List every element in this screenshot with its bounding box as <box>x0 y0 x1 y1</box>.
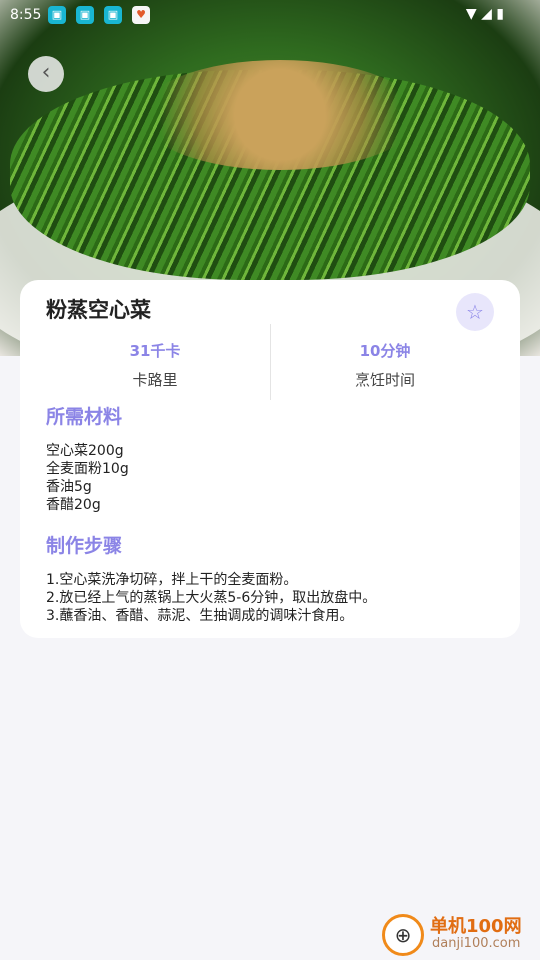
status-bar: 8:55 ▣ ▣ ▣ ♥ ▼ ◢ ▮ <box>0 0 540 30</box>
watermark-logo-icon: ⊕ <box>382 914 424 956</box>
notification-app-icon: ▣ <box>76 6 94 24</box>
notification-app-icon: ▣ <box>48 6 66 24</box>
watermark-title: 单机100网 <box>430 916 522 937</box>
steps-heading: 制作步骤 <box>46 535 123 557</box>
notification-app-icon: ▣ <box>104 6 122 24</box>
site-watermark: ⊕ 单机100网 danji100.com <box>378 910 538 960</box>
favorite-button[interactable]: ☆ <box>456 293 494 331</box>
back-button[interactable]: ‹ <box>28 56 64 92</box>
ingredient-item: 香醋20g <box>46 497 101 513</box>
status-time: 8:55 <box>10 7 42 23</box>
ingredient-item: 空心菜200g <box>46 443 124 459</box>
ingredient-item: 香油5g <box>46 479 92 495</box>
ingredients-heading: 所需材料 <box>46 406 123 428</box>
cook-time-value: 10分钟 <box>359 342 411 360</box>
wifi-signal-battery-icon: ▼ ◢ ▮ <box>465 6 504 22</box>
notification-heart-app-icon: ♥ <box>132 6 150 24</box>
calories-stat: 31千卡 卡路里 <box>35 340 275 390</box>
watermark-url: danji100.com <box>432 936 521 951</box>
cook-time-label: 烹饪时间 <box>354 371 415 389</box>
star-icon: ☆ <box>466 300 484 324</box>
steps-list: 1.空心菜洗净切碎，拌上干的全麦面粉。 2.放已经上气的蒸锅上大火蒸5-6分钟，… <box>46 571 376 625</box>
ingredient-item: 全麦面粉10g <box>46 461 129 477</box>
step-item: 2.放已经上气的蒸锅上大火蒸5-6分钟，取出放盘中。 <box>46 590 377 606</box>
garlic-topping <box>140 60 420 170</box>
calories-label: 卡路里 <box>132 371 178 389</box>
step-item: 3.蘸香油、香醋、蒜泥、生抽调成的调味汁食用。 <box>46 608 354 624</box>
calories-value: 31千卡 <box>129 342 181 360</box>
ingredients-list: 空心菜200g 全麦面粉10g 香油5g 香醋20g <box>46 442 129 514</box>
step-item: 1.空心菜洗净切碎，拌上干的全麦面粉。 <box>46 572 298 588</box>
cook-time-stat: 10分钟 烹饪时间 <box>265 340 505 390</box>
chevron-left-icon: ‹ <box>41 60 51 85</box>
recipe-title: 粉蒸空心菜 <box>46 298 151 322</box>
recipe-card: 粉蒸空心菜 ☆ 31千卡 卡路里 10分钟 烹饪时间 所需材料 空心菜200g … <box>20 280 520 638</box>
